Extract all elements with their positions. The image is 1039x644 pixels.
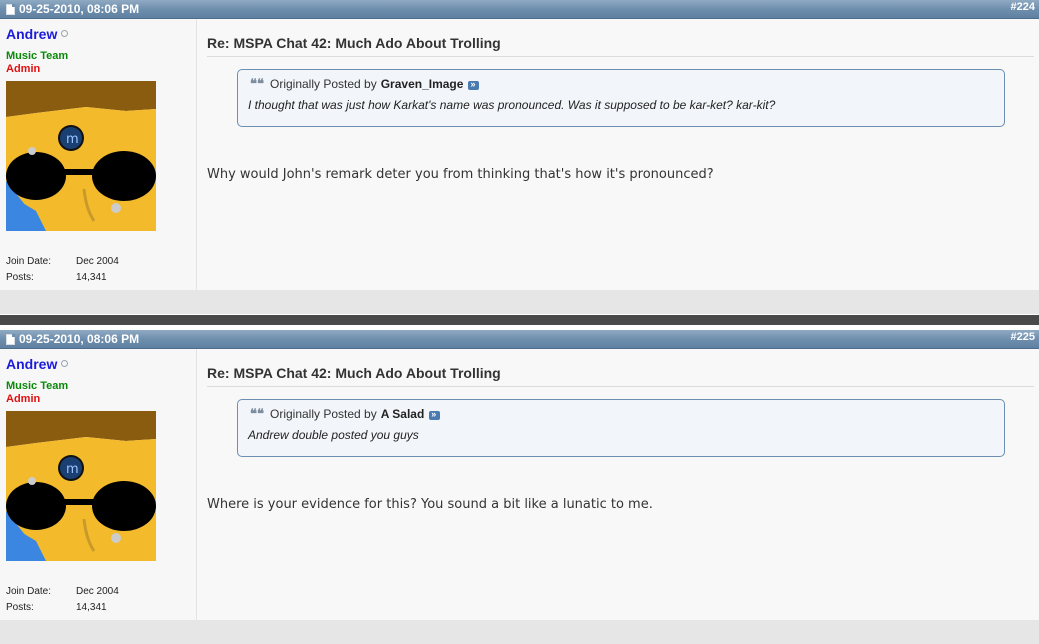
quote-prefix: Originally Posted by: [270, 407, 377, 421]
offline-status-icon: [61, 30, 68, 37]
quote-text: Andrew double posted you guys: [248, 428, 419, 442]
document-icon: [6, 333, 15, 345]
title-divider: [207, 56, 1034, 57]
user-rank-admin: Admin: [6, 393, 41, 405]
user-rank-music-team: Music Team: [6, 380, 69, 392]
posts-count-value: 14,341: [76, 602, 107, 613]
quote-box: ❝❝ Originally Posted by Graven_Image I t…: [237, 69, 1005, 127]
post-separator: [0, 315, 1039, 325]
svg-text:m: m: [66, 462, 79, 477]
quote-poster: A Salad: [380, 407, 425, 421]
username-link[interactable]: Andrew: [6, 356, 57, 372]
username-link[interactable]: Andrew: [6, 26, 57, 42]
join-date-label: Join Date:: [6, 586, 52, 597]
post-header: 09-25-2010, 08:06 PM #225: [0, 330, 1039, 349]
post-content: Re: MSPA Chat 42: Much Ado About Trollin…: [207, 349, 1034, 620]
post-footer: [0, 620, 1039, 644]
user-info-panel: Andrew Music Team Admin m Join Date: Dec…: [0, 19, 197, 290]
post-header: 09-25-2010, 08:06 PM #224: [0, 0, 1039, 19]
post-224: 09-25-2010, 08:06 PM #224 Andrew Music T…: [0, 0, 1039, 314]
post-title: Re: MSPA Chat 42: Much Ado About Trollin…: [207, 365, 501, 381]
document-icon: [6, 3, 15, 15]
post-date: 09-25-2010, 08:06 PM: [19, 2, 140, 16]
join-date-label: Join Date:: [6, 256, 52, 267]
user-rank-music-team: Music Team: [6, 50, 69, 62]
quote-box: ❝❝ Originally Posted by A Salad Andrew d…: [237, 399, 1005, 457]
post-date: 09-25-2010, 08:06 PM: [19, 332, 140, 346]
post-message: Why would John's remark deter you from t…: [207, 167, 714, 182]
post-title: Re: MSPA Chat 42: Much Ado About Trollin…: [207, 35, 501, 51]
offline-status-icon: [61, 360, 68, 367]
svg-text:m: m: [66, 132, 79, 147]
quote-text: I thought that was just how Karkat's nam…: [248, 98, 776, 112]
post-footer: [0, 290, 1039, 314]
post-body: Andrew Music Team Admin m Join Date: Dec…: [0, 349, 1039, 620]
post-message: Where is your evidence for this? You sou…: [207, 497, 653, 512]
view-post-icon[interactable]: [468, 80, 480, 90]
user-info-panel: Andrew Music Team Admin m Join Date: Dec…: [0, 349, 197, 620]
quote-prefix: Originally Posted by: [270, 77, 377, 91]
quote-icon: ❝❝: [250, 406, 264, 421]
avatar[interactable]: m: [6, 81, 156, 231]
posts-count-label: Posts:: [6, 272, 34, 283]
user-rank-admin: Admin: [6, 63, 41, 75]
quote-poster: Graven_Image: [380, 77, 464, 91]
join-date-value: Dec 2004: [76, 586, 119, 597]
post-number-link[interactable]: #225: [1011, 329, 1035, 345]
avatar[interactable]: m: [6, 411, 156, 561]
view-post-icon[interactable]: [429, 410, 441, 420]
post-body: Andrew Music Team Admin m Join Date: Dec…: [0, 19, 1039, 290]
post-content: Re: MSPA Chat 42: Much Ado About Trollin…: [207, 19, 1034, 290]
quote-icon: ❝❝: [250, 76, 264, 91]
posts-count-value: 14,341: [76, 272, 107, 283]
posts-count-label: Posts:: [6, 602, 34, 613]
post-number-link[interactable]: #224: [1011, 0, 1035, 15]
join-date-value: Dec 2004: [76, 256, 119, 267]
title-divider: [207, 386, 1034, 387]
post-225: 09-25-2010, 08:06 PM #225 Andrew Music T…: [0, 330, 1039, 644]
